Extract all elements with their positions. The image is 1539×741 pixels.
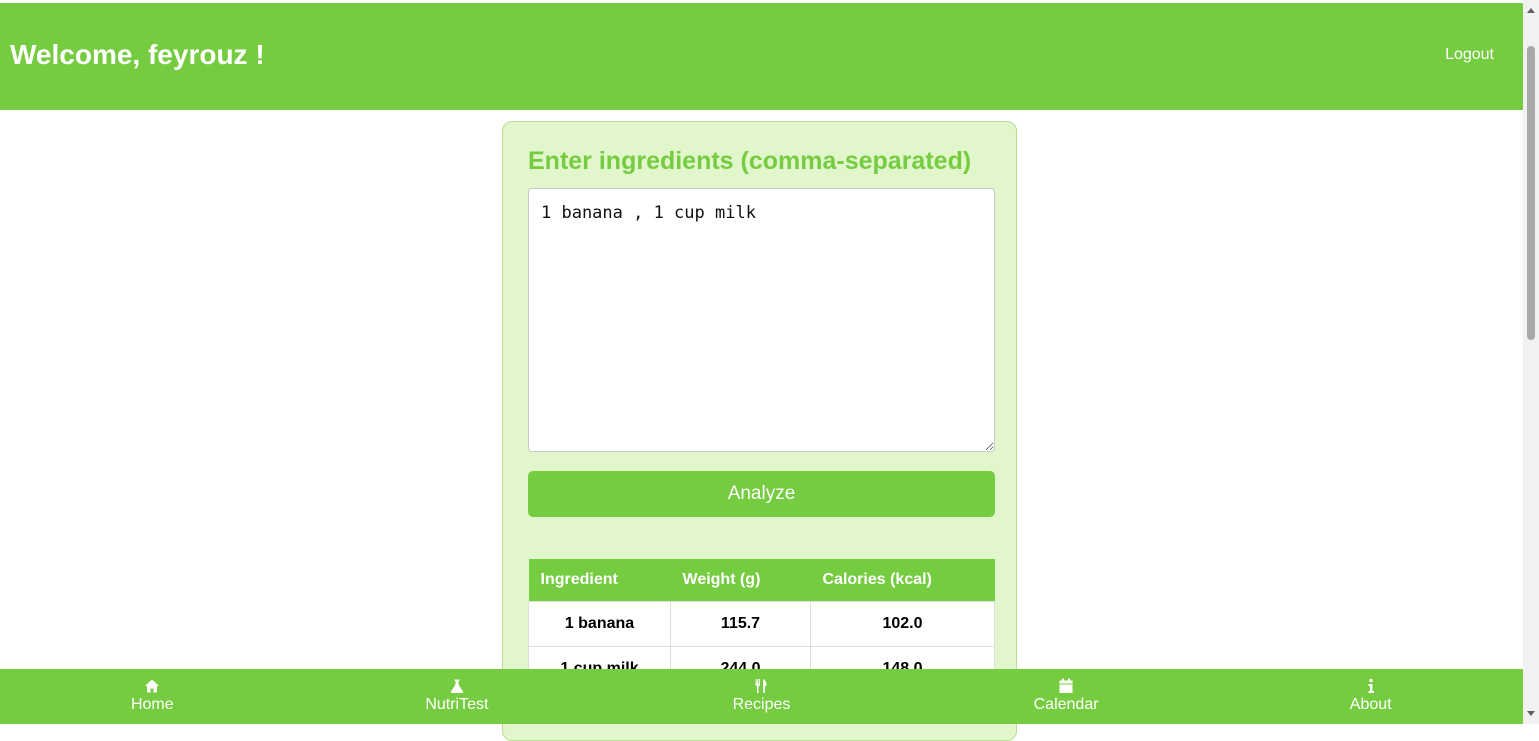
utensils-icon	[755, 679, 767, 693]
cell-ingredient: 1 banana	[528, 601, 671, 647]
nav-label-about: About	[1349, 696, 1392, 713]
cell-weight: 115.7	[670, 601, 811, 647]
bottom-navigation: Home NutriTest Recipes Calendar About	[0, 669, 1523, 724]
analyze-button[interactable]: Analyze	[528, 471, 995, 517]
ingredients-textarea[interactable]: 1 banana , 1 cup milk	[528, 188, 995, 452]
scrollbar-thumb[interactable]	[1527, 46, 1535, 340]
flask-icon	[450, 679, 464, 693]
column-header-weight: Weight (g)	[670, 559, 811, 602]
nav-item-home[interactable]: Home	[0, 669, 305, 724]
nav-item-recipes[interactable]: Recipes	[609, 669, 914, 724]
info-icon	[1368, 678, 1374, 693]
ingredients-heading: Enter ingredients (comma-separated)	[528, 147, 972, 175]
nav-label-nutritest: NutriTest	[425, 696, 489, 713]
nav-item-calendar[interactable]: Calendar	[914, 669, 1219, 724]
column-header-calories: Calories (kcal)	[810, 559, 995, 602]
nav-item-nutritest[interactable]: NutriTest	[305, 669, 610, 724]
calendar-icon	[1059, 678, 1073, 693]
nav-item-about[interactable]: About	[1218, 669, 1523, 724]
scroll-up-arrow-icon[interactable]	[1527, 8, 1535, 13]
logout-link[interactable]: Logout	[1445, 46, 1494, 64]
column-header-ingredient: Ingredient	[528, 559, 671, 602]
ingredients-card: Enter ingredients (comma-separated) 1 ba…	[502, 121, 1017, 741]
nav-label-calendar: Calendar	[1033, 696, 1099, 713]
home-icon	[145, 679, 160, 693]
cell-calories: 102.0	[810, 601, 995, 647]
welcome-title: Welcome, feyrouz !	[10, 39, 265, 70]
nav-label-recipes: Recipes	[732, 696, 791, 713]
scroll-down-arrow-icon[interactable]	[1527, 711, 1535, 716]
app-header: Welcome, feyrouz ! Logout	[0, 3, 1523, 110]
table-row: 1 banana 115.7 102.0	[528, 601, 995, 647]
page-scrollbar[interactable]	[1523, 0, 1539, 724]
table-header-row: Ingredient Weight (g) Calories (kcal)	[528, 559, 995, 602]
nav-label-home: Home	[130, 696, 174, 713]
